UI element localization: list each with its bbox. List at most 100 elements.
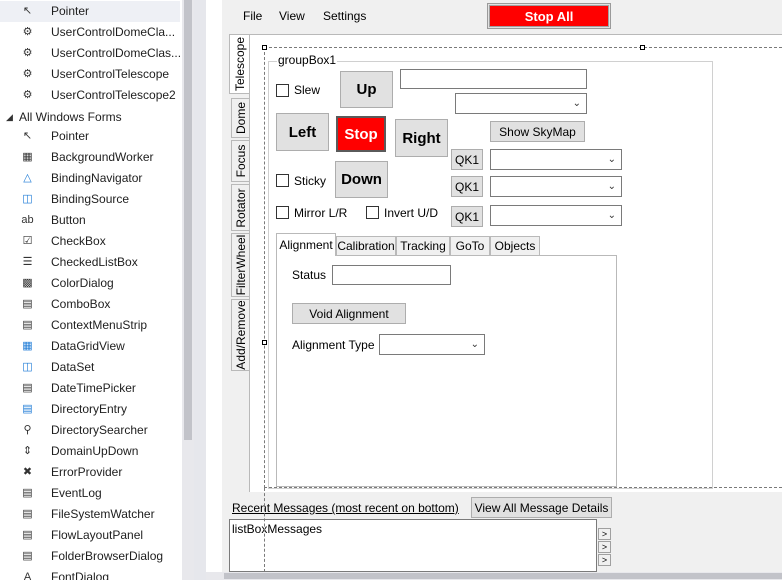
- tab-calibration[interactable]: Calibration: [336, 236, 396, 255]
- toolbox-item[interactable]: ✖ ErrorProvider: [0, 462, 180, 483]
- top-combobox[interactable]: ⌄: [455, 93, 587, 114]
- resize-handle[interactable]: [262, 45, 267, 50]
- toolbox-item[interactable]: ▤ DateTimePicker: [0, 378, 180, 399]
- tab-add-remove[interactable]: Add/Remove: [231, 299, 249, 371]
- toolbox-item[interactable]: ▤ DirectoryEntry: [0, 399, 180, 420]
- designer-hscrollbar[interactable]: [206, 572, 782, 580]
- alignment-tab-panel: [276, 255, 617, 487]
- toolbox-item-label: BackgroundWorker: [51, 150, 154, 164]
- designer-hscroll-thumb[interactable]: [224, 573, 782, 579]
- toolbox-item[interactable]: ▤ FlowLayoutPanel: [0, 525, 180, 546]
- right-button[interactable]: Right: [395, 119, 448, 157]
- tab-rotator[interactable]: Rotator: [231, 184, 249, 231]
- tab-dome[interactable]: Dome: [231, 98, 249, 138]
- void-alignment-button[interactable]: Void Alignment: [292, 303, 406, 324]
- expand-triangle-icon: ◢: [6, 112, 13, 122]
- toolbox-item[interactable]: ◫ DataSet: [0, 357, 180, 378]
- recent-messages-label: Recent Messages (most recent on bottom): [232, 501, 459, 515]
- chevron-down-icon: ⌄: [607, 153, 616, 165]
- qk2-combobox[interactable]: ⌄: [490, 176, 622, 197]
- toolbox-item[interactable]: ⚙ UserControlTelescope2: [0, 85, 180, 106]
- alignment-type-combobox[interactable]: ⌄: [379, 334, 485, 355]
- chevron-down-icon: ⌄: [470, 338, 479, 350]
- toolbox-item[interactable]: ☑ CheckBox: [0, 231, 180, 252]
- messages-listbox[interactable]: listBoxMessages: [229, 519, 597, 572]
- chevron-down-icon: ⌄: [607, 209, 616, 221]
- toolbox-item-label: DateTimePicker: [51, 381, 136, 395]
- down-button[interactable]: Down: [335, 161, 388, 198]
- toolbox-item[interactable]: ◫ BindingSource: [0, 189, 180, 210]
- slew-checkbox[interactable]: [276, 84, 289, 97]
- background-worker-icon: ▦: [22, 151, 33, 163]
- left-button[interactable]: Left: [276, 113, 329, 151]
- stop-all-button[interactable]: Stop All: [489, 5, 609, 27]
- show-skymap-button[interactable]: Show SkyMap: [490, 121, 585, 142]
- toolbox-scroll-thumb[interactable]: [184, 0, 192, 440]
- menu-file[interactable]: File: [243, 9, 262, 23]
- tab-telescope[interactable]: Telescope: [229, 34, 250, 94]
- tab-objects[interactable]: Objects: [490, 236, 540, 255]
- stop-button[interactable]: Stop: [336, 116, 386, 152]
- toolbox-item[interactable]: ▦ BackgroundWorker: [0, 147, 180, 168]
- toolbox-item[interactable]: ⚙ UserControlDomeClas...: [0, 43, 181, 64]
- directory-entry-icon: ▤: [22, 403, 33, 415]
- view-all-messages-button[interactable]: View All Message Details: [471, 497, 612, 518]
- status-textbox[interactable]: [332, 265, 451, 285]
- sticky-label: Sticky: [294, 174, 327, 188]
- qk3-button[interactable]: QK1: [451, 206, 483, 227]
- toolbox-item[interactable]: ⚙ UserControlDomeCla...: [0, 22, 180, 43]
- toolbox-item-label: BindingNavigator: [51, 171, 143, 185]
- toolbox-item[interactable]: ↖ Pointer: [0, 126, 180, 147]
- toolbox-item[interactable]: ▤ ComboBox: [0, 294, 180, 315]
- chevron-right-icon[interactable]: >: [598, 528, 611, 540]
- chevron-right-icon[interactable]: >: [598, 554, 611, 566]
- qk1-combobox[interactable]: ⌄: [490, 149, 622, 170]
- domain-updown-icon: ⇕: [22, 445, 33, 457]
- qk1-button[interactable]: QK1: [451, 149, 483, 170]
- toolbox-category[interactable]: ◢ All Windows Forms: [0, 107, 180, 127]
- toolbox-item[interactable]: ▩ ColorDialog: [0, 273, 180, 294]
- menu-settings[interactable]: Settings: [323, 9, 366, 23]
- panel-splitter[interactable]: [194, 0, 206, 580]
- tab-goto[interactable]: GoTo: [450, 236, 490, 255]
- toolbox-item[interactable]: ▤ FolderBrowserDialog: [0, 546, 180, 567]
- toolbox-scrollbar[interactable]: [182, 0, 194, 580]
- top-textbox[interactable]: [400, 69, 587, 89]
- up-button[interactable]: Up: [340, 71, 393, 108]
- toolbox-item-label: ColorDialog: [51, 276, 114, 290]
- toolbox-item[interactable]: ☰ CheckedListBox: [0, 252, 180, 273]
- toolbox-item[interactable]: ⚲ DirectorySearcher: [0, 420, 180, 441]
- toolbox-item-label: FolderBrowserDialog: [51, 549, 164, 563]
- tab-tracking[interactable]: Tracking: [396, 236, 450, 255]
- toolbox-item[interactable]: △ BindingNavigator: [0, 168, 180, 189]
- mirror-checkbox[interactable]: [276, 206, 289, 219]
- toolbox-item-label: FlowLayoutPanel: [51, 528, 144, 542]
- toolbox-item[interactable]: ⚙ UserControlTelescope: [0, 64, 180, 85]
- datagrid-icon: ▦: [22, 340, 33, 352]
- tab-filterwheel[interactable]: FilterWheel: [231, 233, 249, 297]
- directory-searcher-icon: ⚲: [23, 424, 32, 436]
- toolbox-item[interactable]: ▦ DataGridView: [0, 336, 180, 357]
- tab-alignment[interactable]: Alignment: [276, 233, 336, 256]
- toolbox-item-label: ErrorProvider: [51, 465, 123, 479]
- groupbox-title: groupBox1: [277, 53, 338, 67]
- toolbox-item[interactable]: A FontDialog: [0, 567, 180, 580]
- qk2-button[interactable]: QK1: [451, 176, 483, 197]
- toolbox-item-label: DirectorySearcher: [51, 423, 148, 437]
- menu-view[interactable]: View: [279, 9, 305, 23]
- invert-checkbox[interactable]: [366, 206, 379, 219]
- toolbox-item[interactable]: ▤ FileSystemWatcher: [0, 504, 180, 525]
- resize-handle[interactable]: [262, 340, 267, 345]
- chevron-down-icon: ⌄: [572, 97, 581, 109]
- toolbox-item-label: DirectoryEntry: [51, 402, 128, 416]
- qk3-combobox[interactable]: ⌄: [490, 205, 622, 226]
- tab-focus[interactable]: Focus: [231, 140, 249, 182]
- toolbox-item[interactable]: ▤ EventLog: [0, 483, 180, 504]
- sticky-checkbox[interactable]: [276, 174, 289, 187]
- toolbox-item[interactable]: ⇕ DomainUpDown: [0, 441, 180, 462]
- chevron-right-icon[interactable]: >: [598, 541, 611, 553]
- toolbox-item[interactable]: ▤ ContextMenuStrip: [0, 315, 180, 336]
- resize-handle[interactable]: [640, 45, 645, 50]
- toolbox-item[interactable]: ↖ Pointer: [0, 1, 180, 22]
- toolbox-item[interactable]: ab Button: [0, 210, 180, 231]
